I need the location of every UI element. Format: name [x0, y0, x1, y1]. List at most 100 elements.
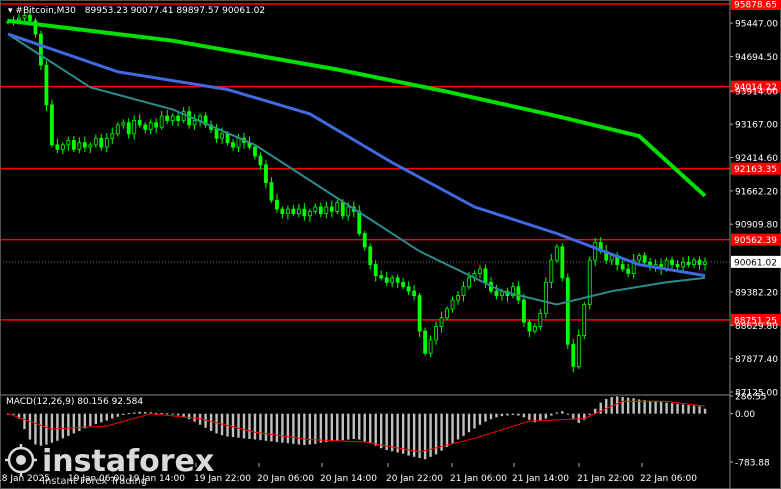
candle-body	[132, 120, 137, 135]
macd-histogram-bar	[23, 413, 26, 430]
macd-histogram-bar	[319, 413, 323, 443]
candle-body	[17, 17, 21, 21]
macd-histogram-bar	[34, 413, 37, 445]
candle-body	[88, 144, 93, 148]
macd-histogram-bar	[127, 413, 130, 415]
candle-body	[165, 115, 170, 121]
macd-histogram-bar	[500, 413, 504, 417]
macd-histogram-bar	[621, 397, 624, 414]
macd-histogram-bar	[396, 413, 399, 453]
macd-histogram-bar	[681, 404, 685, 414]
candle-body	[159, 115, 164, 128]
candle-body	[587, 259, 592, 305]
candle-body	[450, 299, 455, 310]
candle-body	[390, 277, 395, 283]
level-label: 90562.39	[734, 236, 777, 246]
candle-body	[264, 164, 268, 183]
candle-body	[395, 277, 400, 283]
candle-body	[269, 182, 274, 201]
candle-body	[126, 122, 131, 135]
macd-histogram-bar	[369, 413, 372, 444]
macd-histogram-bar	[330, 413, 334, 442]
macd-histogram-bar	[56, 413, 59, 441]
macd-histogram-bar	[544, 413, 548, 419]
macd-histogram-bar	[539, 413, 542, 422]
watermark-tagline: Instant Forex Trading	[42, 476, 147, 487]
candle-body	[44, 64, 49, 106]
ohlc-readout: 89953.23 90077.41 89897.57 90061.02	[85, 6, 265, 16]
macd-histogram-bar	[215, 413, 218, 434]
candle-body	[296, 208, 301, 214]
candle-body	[82, 142, 87, 148]
candle-body	[214, 128, 219, 139]
macd-histogram-bar	[78, 413, 81, 431]
candle-body	[28, 15, 32, 22]
candle-body	[637, 255, 642, 261]
candle-body	[253, 146, 257, 157]
macd-histogram-bar	[100, 413, 103, 423]
macd-histogram-bar	[61, 413, 65, 439]
x-tick-label: 20 Jan 14:00	[320, 474, 377, 484]
candle-body	[483, 268, 488, 283]
macd-histogram-bar	[253, 413, 257, 440]
trading-chart[interactable]: 95878.6594014.2292163.3590562.3988751.25…	[0, 0, 781, 489]
candle-body	[593, 242, 598, 261]
current-price-label: 90061.02	[734, 258, 777, 268]
watermark-brand: instaforex	[42, 444, 214, 479]
macd-histogram-bar	[122, 413, 125, 415]
macd-histogram-bar	[154, 412, 158, 414]
macd-histogram-bar	[550, 413, 553, 416]
candle-body	[324, 206, 329, 214]
candle-body	[236, 137, 241, 148]
macd-histogram-bar	[352, 413, 355, 439]
macd-histogram-bar	[659, 401, 663, 414]
candle-body	[582, 304, 587, 336]
candle-body	[626, 268, 631, 274]
macd-histogram-bar	[517, 413, 520, 416]
macd-histogram-bar	[297, 413, 301, 445]
y-tick-label: 93914.00	[735, 88, 778, 98]
price-plot-area[interactable]	[0, 3, 730, 373]
macd-histogram-bar	[105, 413, 108, 421]
macd-histogram-bar	[275, 413, 279, 443]
chart-symbol-title: ▾ #Bitcoin,M30 89953.23 90077.41 89897.5…	[8, 6, 265, 16]
candle-body	[434, 326, 438, 341]
x-tick-label: 20 Jan 22:00	[386, 474, 443, 484]
candle-body	[291, 208, 296, 214]
candle-body	[143, 124, 148, 130]
candle-body	[154, 122, 159, 128]
candle-body	[66, 140, 71, 146]
macd-histogram-bar	[363, 413, 366, 442]
collapse-triangle-icon[interactable]: ▾	[8, 6, 13, 16]
macd-histogram-bar	[572, 413, 575, 419]
y-tick-label: 90909.80	[735, 221, 778, 231]
macd-histogram-bar	[347, 413, 350, 440]
macd-histogram-bar	[577, 413, 580, 423]
macd-histogram-bar	[484, 413, 487, 422]
candle-body	[428, 339, 433, 354]
macd-histogram-bar	[116, 413, 119, 417]
macd-histogram-bar	[566, 413, 569, 415]
candle-body	[187, 111, 192, 126]
macd-histogram-bar	[632, 398, 635, 414]
macd-histogram-bar	[165, 413, 169, 415]
candle-body	[318, 206, 323, 214]
candle-body	[110, 133, 115, 139]
candle-body	[71, 140, 76, 150]
candle-body	[692, 259, 696, 265]
macd-histogram-bar	[528, 413, 531, 420]
macd-histogram-bar	[698, 406, 701, 414]
candle-body	[461, 286, 466, 296]
candle-body	[554, 246, 559, 261]
macd-histogram-bar	[286, 413, 290, 444]
candle-body	[560, 246, 565, 279]
macd-histogram-bar	[692, 405, 696, 414]
macd-histogram-bar	[231, 413, 235, 438]
macd-histogram-bar	[654, 401, 657, 414]
candle-body	[373, 264, 378, 277]
macd-histogram-bar	[588, 413, 591, 415]
candle-body	[55, 144, 60, 150]
macd-histogram-bar	[242, 413, 246, 439]
macd-tick-label: -783.88	[735, 459, 770, 469]
macd-histogram-bar	[237, 413, 240, 438]
